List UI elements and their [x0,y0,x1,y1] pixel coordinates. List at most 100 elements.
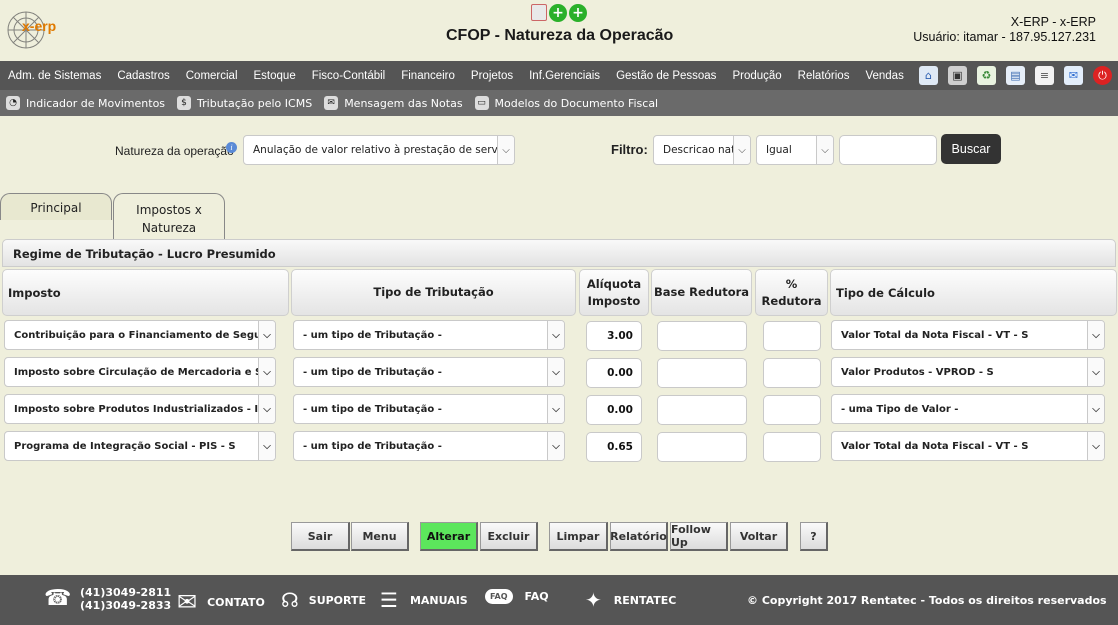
main-menu: Adm. de Sistemas Cadastros Comercial Est… [8,61,920,90]
tipo-tributacao-select[interactable]: - um tipo de Tributação - ⌵ [293,431,565,461]
chevron-down-icon: ⌵ [1087,395,1104,423]
help-button[interactable]: ? [800,522,828,551]
user-name: Usuário: itamar - 187.95.127.231 [913,30,1096,44]
menu-item-fisco-contabil[interactable]: Fisco-Contábil [312,70,386,82]
windows-icon[interactable]: ▣ [948,66,967,85]
imposto-select[interactable]: Imposto sobre Circulação de Mercadoria e… [4,357,276,387]
menu-icons: ⌂ ▣ ♻ ▤ ≡ ✉ ⏻ [919,66,1112,85]
menu-button[interactable]: Menu [351,522,409,551]
books-icon: ☰ [380,588,398,612]
tipo-tributacao-select[interactable]: - um tipo de Tributação - ⌵ [293,357,565,387]
menu-item-cadastros[interactable]: Cadastros [117,70,169,82]
faq-link[interactable]: FAQ FAQ [485,589,549,604]
header-aliquota: Alíquota Imposto [579,269,649,316]
page-title: CFOP - Natureza da Operacão [446,27,674,44]
regime-tributacao-header: Regime de Tributação - Lucro Presumido [2,239,1116,267]
aliquota-input[interactable]: 0.00 [586,358,642,388]
voltar-button[interactable]: Voltar [730,522,788,551]
imposto-select[interactable]: Contribuição para o Financiamento de Seg… [4,320,276,350]
chevron-down-icon: ⌵ [258,432,275,460]
tab-impostos-natureza[interactable]: Impostos x Natureza [113,193,225,239]
phone-icon: ☎ [44,586,72,611]
aliquota-input[interactable]: 3.00 [586,321,642,351]
tipo-calculo-select[interactable]: Valor Total da Nota Fiscal - VT - S ⌵ [831,431,1105,461]
submenu-indicador-movimentos[interactable]: ◔ Indicador de Movimentos [6,96,165,110]
header: x-erp + + CFOP - Natureza da Operacão X-… [0,0,1118,61]
tipo-calculo-select[interactable]: Valor Total da Nota Fiscal - VT - S ⌵ [831,320,1105,350]
menu-item-estoque[interactable]: Estoque [254,70,296,82]
list-icon[interactable]: ≡ [1035,66,1054,85]
menu-item-adm-sistemas[interactable]: Adm. de Sistemas [8,70,101,82]
base-redutora-input[interactable] [657,358,747,388]
filter-operator-select[interactable]: Igual ⌵ [756,135,834,165]
menu-item-financeiro[interactable]: Financeiro [401,70,455,82]
alterar-button[interactable]: Alterar [420,522,478,551]
imposto-select[interactable]: Programa de Integração Social - PIS - S … [4,431,276,461]
menu-item-projetos[interactable]: Projetos [471,70,513,82]
submenu-mensagem-notas[interactable]: ✉ Mensagem das Notas [324,96,463,110]
pct-redutora-input[interactable] [763,395,821,425]
excluir-button[interactable]: Excluir [480,522,538,551]
menu-item-producao[interactable]: Produção [732,70,781,82]
relatorio-button[interactable]: Relatório [610,522,668,551]
recycle-icon[interactable]: ♻ [977,66,996,85]
rentatec-link[interactable]: ✦ RENTATEC [585,588,676,612]
add-icon[interactable]: + [549,4,567,22]
pct-redutora-input[interactable] [763,432,821,462]
contato-link[interactable]: ✉ CONTATO [177,588,265,616]
chat-icon[interactable]: ✉ [1064,66,1083,85]
power-icon[interactable]: ⏻ [1093,66,1112,85]
suporte-link[interactable]: ☊ SUPORTE [281,588,366,612]
header-tipo-tributacao: Tipo de Tributação [291,269,576,316]
menu-item-relatorios[interactable]: Relatórios [798,70,850,82]
filter-field-value: Descricao nat [663,144,736,156]
pct-redutora-input[interactable] [763,358,821,388]
contato-label: CONTATO [207,595,265,609]
chevron-down-icon: ⌵ [733,136,750,164]
tab-principal[interactable]: Principal [0,193,112,220]
menu-item-inf-gerenciais[interactable]: Inf.Gerenciais [529,70,600,82]
document-icon[interactable]: ▤ [1006,66,1025,85]
main-menu-bar: Adm. de Sistemas Cadastros Comercial Est… [0,61,1118,90]
follow-up-button[interactable]: Follow Up [670,522,728,551]
aliquota-input[interactable]: 0.00 [586,395,642,425]
tipo-calculo-select[interactable]: - uma Tipo de Valor - ⌵ [831,394,1105,424]
chevron-down-icon: ⌵ [258,358,275,386]
report-doc-icon[interactable] [531,4,547,21]
filter-operator-value: Igual [766,144,792,156]
company-name: X-ERP - x-ERP [1010,15,1096,29]
base-redutora-input[interactable] [657,395,747,425]
natureza-select[interactable]: Anulação de valor relativo à prestação d… [243,135,515,165]
menu-item-gestao-pessoas[interactable]: Gestão de Pessoas [616,70,716,82]
sair-button[interactable]: Sair [291,522,350,551]
logo-text: x-erp [22,18,57,34]
menu-item-vendas[interactable]: Vendas [865,70,903,82]
pct-redutora-input[interactable] [763,321,821,351]
menu-item-comercial[interactable]: Comercial [186,70,238,82]
submenu-label: Modelos do Documento Fiscal [494,96,659,110]
submenu-modelos-documento[interactable]: ▭ Modelos do Documento Fiscal [474,96,659,110]
buscar-button[interactable]: Buscar [941,134,1001,164]
header-base-redutora: Base Redutora [651,269,752,316]
manuais-link[interactable]: ☰ MANUAIS [380,588,468,612]
faq-label: FAQ [524,590,549,603]
tipo-tributacao-select[interactable]: - um tipo de Tributação - ⌵ [293,394,565,424]
rentatec-label: RENTATEC [613,593,677,607]
tipo-calculo-select[interactable]: Valor Produtos - VPROD - S ⌵ [831,357,1105,387]
filter-field-select[interactable]: Descricao nat ⌵ [653,135,751,165]
imposto-select[interactable]: Imposto sobre Produtos Industrializados … [4,394,276,424]
tipo-tributacao-select[interactable]: - um tipo de Tributação - ⌵ [293,320,565,350]
filter-search-input[interactable] [839,135,937,165]
aliquota-input[interactable]: 0.65 [586,432,642,462]
tab-label: Impostos x Natureza [136,203,202,235]
base-redutora-input[interactable] [657,432,747,462]
home-icon[interactable]: ⌂ [919,66,938,85]
chevron-down-icon: ⌵ [1087,432,1104,460]
base-redutora-input[interactable] [657,321,747,351]
submenu-tributacao-icms[interactable]: $ Tributação pelo ICMS [177,96,312,110]
tipo-calculo-value: Valor Total da Nota Fiscal - VT - S [841,440,1029,452]
info-icon[interactable]: i [226,142,237,153]
natureza-select-value: Anulação de valor relativo à prestação d… [253,144,513,156]
add-new-icon[interactable]: + [569,4,587,22]
limpar-button[interactable]: Limpar [549,522,608,551]
